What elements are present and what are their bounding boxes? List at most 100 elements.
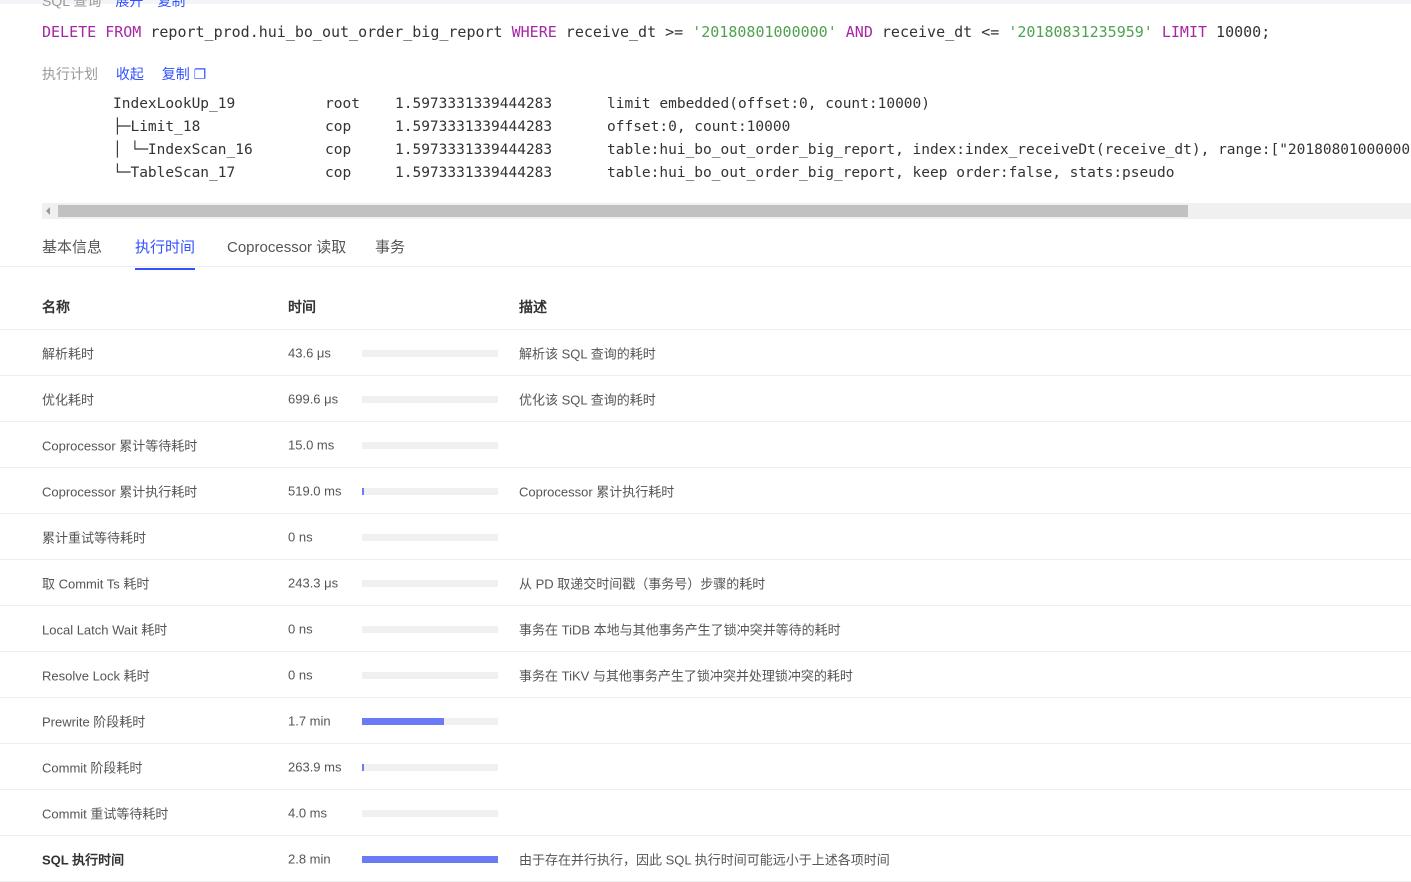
plan-row: │ └─IndexScan_16 cop 1.5973331339444283 tab… (113, 139, 1411, 162)
column-header: 时间 (288, 298, 316, 315)
tab-3[interactable]: 事务 (375, 236, 405, 268)
cell-name: Coprocessor 累计等待耗时 (42, 438, 198, 453)
column-header: 名称 (42, 298, 70, 315)
cell-name: Local Latch Wait 耗时 (42, 622, 168, 637)
tab-bar: 基本信息 执行时间 Coprocessor 读取 事务 (0, 226, 1411, 270)
tab-2[interactable]: Coprocessor 读取 (227, 236, 346, 268)
table-row: Prewrite 阶段耗时 1.7 min (0, 698, 1411, 744)
table-row: 累计重试等待耗时 0 ns (0, 514, 1411, 560)
time-bar-fill (362, 763, 364, 771)
cell-time: 519.0 ms (288, 483, 342, 498)
plan-cell: 1.5973331339444283 (395, 165, 553, 181)
cell-desc: 解析该 SQL 查询的耗时 (519, 346, 656, 361)
cell-time: 2.8 min (288, 851, 331, 866)
table-row: Commit 阶段耗时 263.9 ms (0, 744, 1411, 790)
table-row: 优化耗时 699.6 μs 优化该 SQL 查询的耗时 (0, 376, 1411, 422)
collapse-link[interactable]: 收起 (116, 66, 144, 82)
time-bar (362, 487, 498, 495)
copy-plan-link[interactable]: 复制 ❐ (162, 66, 206, 82)
cell-time: 0 ns (288, 667, 313, 682)
exec-time-table: 名称 时间 描述 解析耗时 43.6 μs 解析该 SQL 查询的耗时 优化耗时 699.6 … (0, 284, 1411, 882)
plan-cell: table:hui_bo_out_order_big_report, keep … (607, 165, 1175, 181)
plan-label: 执行计划 (42, 66, 98, 82)
plan-cell: cop (325, 165, 352, 181)
time-bar (362, 441, 498, 449)
plan-cell: limit embedded(offset:0, count:10000) (607, 96, 931, 112)
horizontal-scrollbar[interactable] (42, 203, 1411, 219)
top-strip (0, 0, 1411, 4)
sql-token: receive_dt <= (881, 23, 1000, 41)
cell-time: 15.0 ms (288, 437, 335, 452)
cell-desc: Coprocessor 累计执行耗时 (519, 484, 675, 499)
cell-desc: 事务在 TiKV 与其他事务产生了锁冲突并处理锁冲突的耗时 (519, 668, 853, 683)
sql-token: DELETE FROM (42, 23, 142, 41)
time-bar (362, 349, 498, 357)
plan-header: 执行计划 收起 复制 ❐ (42, 64, 206, 84)
execution-plan: IndexLookUp_19 root 1.5973331339444283 limi… (113, 93, 1411, 185)
cell-name: Coprocessor 累计执行耗时 (42, 484, 198, 499)
table-row: Coprocessor 累计等待耗时 15.0 ms (0, 422, 1411, 468)
scrollbar-thumb[interactable] (58, 205, 1188, 217)
sql-query-header: SQL 查询 展开 复制 (42, 0, 185, 11)
cell-name: 解析耗时 (42, 346, 95, 361)
cell-name: Commit 阶段耗时 (42, 760, 143, 775)
cell-name: Resolve Lock 耗时 (42, 668, 150, 683)
scroll-left-icon[interactable] (46, 207, 50, 215)
cell-desc: 从 PD 取递交时间戳（事务号）步骤的耗时 (519, 576, 766, 591)
plan-cell: │ └─IndexScan_16 (113, 142, 253, 158)
sql-token: LIMIT (1161, 23, 1208, 41)
cell-time: 263.9 ms (288, 759, 342, 774)
table-row: SQL 执行时间 2.8 min 由于存在并行执行，因此 SQL 执行时间可能远小于… (0, 836, 1411, 882)
sql-token: receive_dt >= (565, 23, 684, 41)
time-bar (362, 395, 498, 403)
plan-cell: 1.5973331339444283 (395, 96, 553, 112)
expand-link[interactable]: 展开 (115, 0, 143, 9)
copy-sql-link[interactable]: 复制 (157, 0, 185, 9)
table-row: Coprocessor 累计执行耗时 519.0 ms Coprocessor 累计… (0, 468, 1411, 514)
cell-time: 1.7 min (288, 713, 331, 728)
cell-name: Commit 重试等待耗时 (42, 806, 169, 821)
sql-token: '20180801000000' (692, 23, 837, 41)
cell-name: 取 Commit Ts 耗时 (42, 576, 150, 591)
column-header: 描述 (519, 298, 547, 315)
cell-name: Prewrite 阶段耗时 (42, 714, 146, 729)
time-bar (362, 533, 498, 541)
time-bar-fill (362, 717, 444, 725)
copy-icon: ❐ (193, 66, 207, 82)
sql-token: 10000; (1216, 23, 1271, 41)
cell-time: 43.6 μs (288, 345, 331, 360)
cell-time: 0 ns (288, 529, 313, 544)
sql-token: report_prod.hui_bo_out_order_big_report (150, 23, 503, 41)
time-bar (362, 763, 498, 771)
tab-0[interactable]: 基本信息 (42, 236, 102, 268)
table-row: 取 Commit Ts 耗时 243.3 μs 从 PD 取递交时间戳（事务号）步骤… (0, 560, 1411, 606)
cell-time: 4.0 ms (288, 805, 328, 820)
plan-cell: 1.5973331339444283 (395, 119, 553, 135)
plan-cell: └─TableScan_17 (113, 165, 236, 181)
plan-cell: offset:0, count:10000 (607, 119, 791, 135)
plan-cell: 1.5973331339444283 (395, 142, 553, 158)
cell-desc: 由于存在并行执行，因此 SQL 执行时间可能远小于上述各项时间 (519, 852, 890, 867)
cell-name: SQL 执行时间 (42, 852, 125, 867)
table-row: 解析耗时 43.6 μs 解析该 SQL 查询的耗时 (0, 330, 1411, 376)
table-row: Local Latch Wait 耗时 0 ns 事务在 TiDB 本地与其他事务产… (0, 606, 1411, 652)
plan-cell: cop (325, 119, 352, 135)
time-bar (362, 717, 498, 725)
time-bar-fill (362, 487, 364, 495)
cell-time: 699.6 μs (288, 391, 339, 406)
sql-query-label: SQL 查询 (42, 0, 102, 9)
cell-desc: 事务在 TiDB 本地与其他事务产生了锁冲突并等待的耗时 (519, 622, 841, 637)
table-row: Commit 重试等待耗时 4.0 ms (0, 790, 1411, 836)
time-bar (362, 579, 498, 587)
sql-token: AND (845, 23, 873, 41)
plan-cell: IndexLookUp_19 (113, 96, 236, 112)
table-row: Resolve Lock 耗时 0 ns 事务在 TiKV 与其他事务产生了锁冲突并… (0, 652, 1411, 698)
plan-row: ├─Limit_18 cop 1.5973331339444283 offset:0,… (113, 116, 1411, 139)
plan-row: IndexLookUp_19 root 1.5973331339444283 limi… (113, 93, 1411, 116)
table-header: 名称 时间 描述 (0, 284, 1411, 330)
plan-cell: table:hui_bo_out_order_big_report, index… (607, 142, 1411, 158)
cell-desc: 优化该 SQL 查询的耗时 (519, 392, 656, 407)
plan-cell: root (325, 96, 360, 112)
time-bar (362, 809, 498, 817)
tab-1[interactable]: 执行时间 (135, 236, 196, 270)
